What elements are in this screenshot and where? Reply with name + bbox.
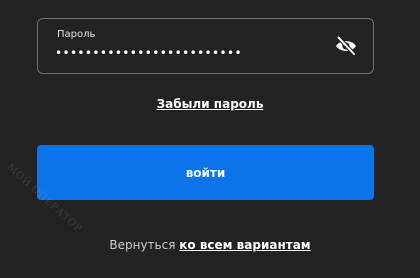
all-options-link[interactable]: ко всем вариантам — [179, 238, 310, 252]
login-button[interactable]: войти — [37, 145, 374, 200]
password-label: Пароль — [57, 29, 96, 40]
return-line: Вернуться ко всем вариантам — [0, 238, 420, 252]
password-input[interactable] — [55, 43, 305, 63]
password-field[interactable]: Пароль — [37, 18, 374, 74]
return-prefix: Вернуться — [109, 238, 176, 252]
forgot-password-link[interactable]: Забыли пароль — [0, 97, 420, 111]
eye-off-icon[interactable] — [334, 34, 358, 58]
